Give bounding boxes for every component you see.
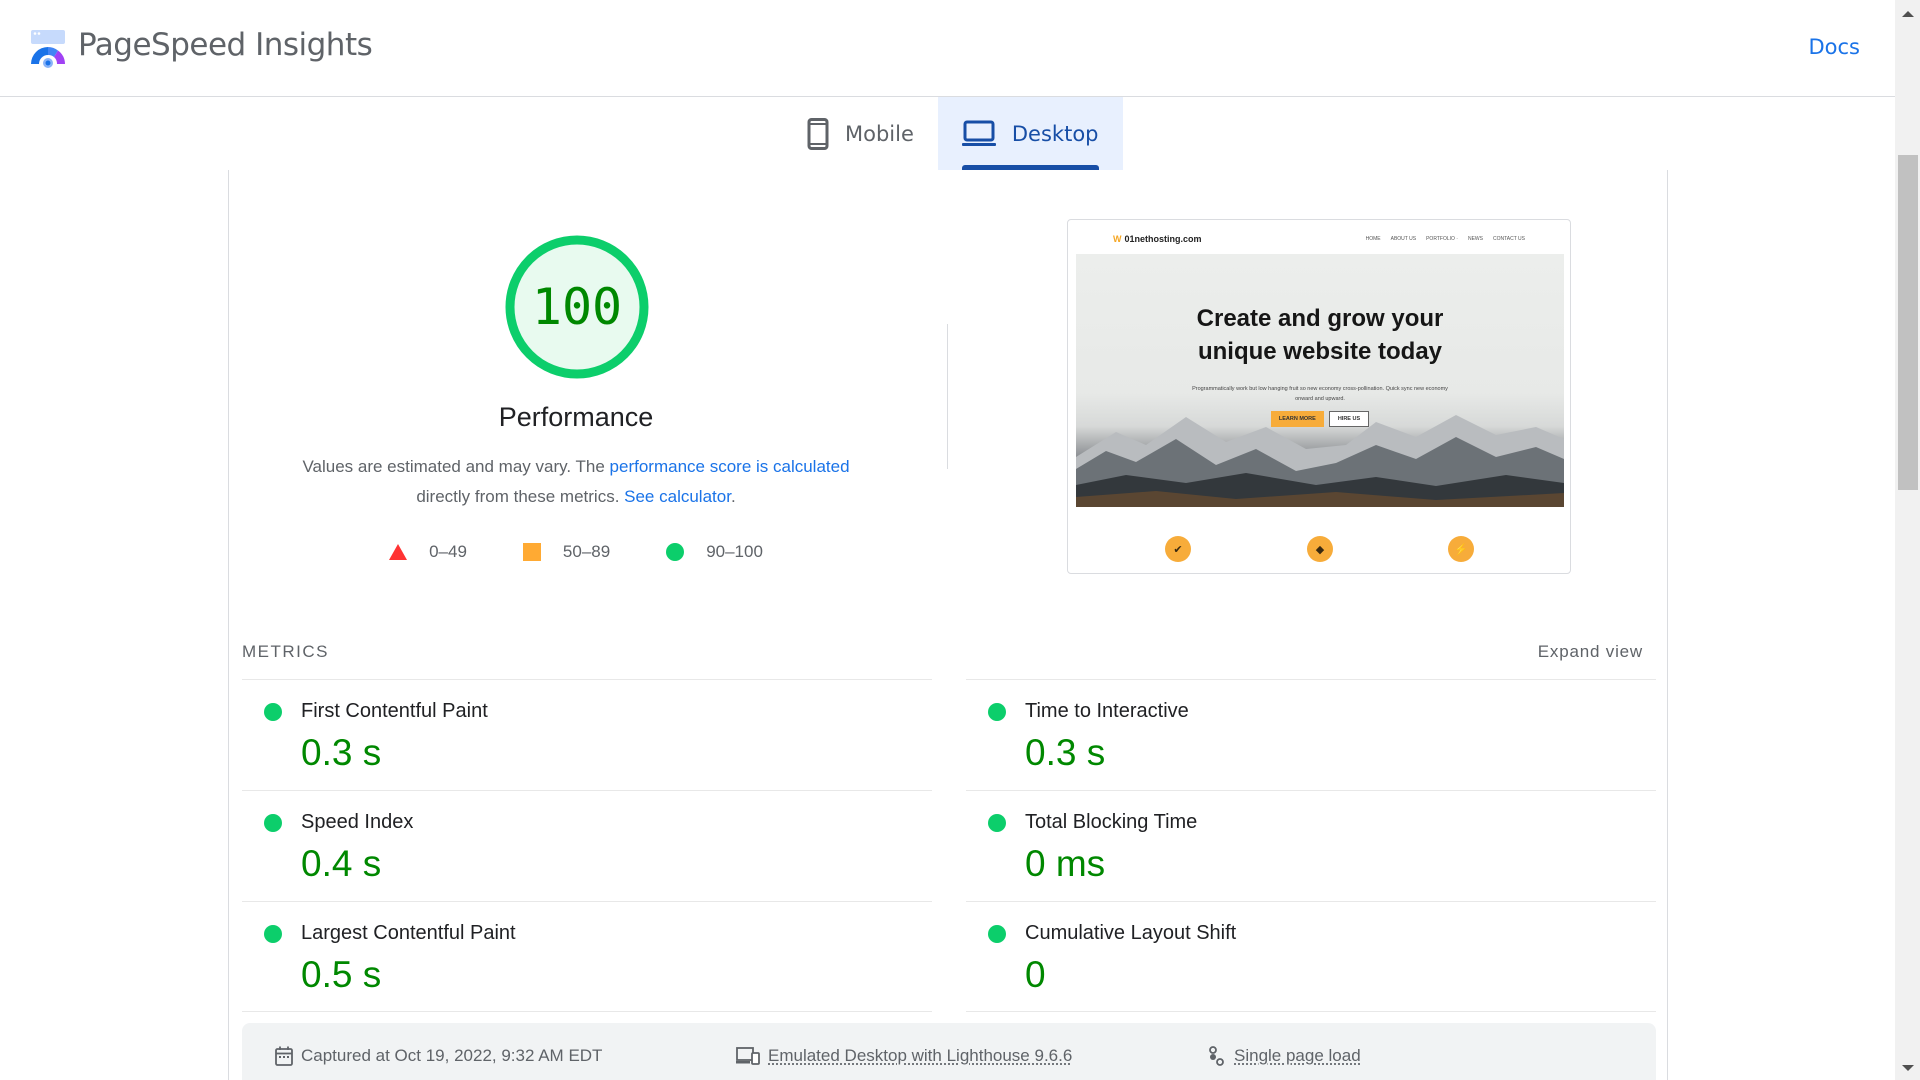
runtime-settings: Captured at Oct 19, 2022, 9:32 AM EDT Em… xyxy=(242,1023,1656,1080)
performance-description: Values are estimated and may vary. The p… xyxy=(269,452,883,512)
diamond-icon: ◆ xyxy=(1307,536,1333,562)
metric-value: 0.5 s xyxy=(301,954,381,996)
expand-view-button[interactable]: Expand view xyxy=(1538,642,1643,662)
metric-name: Time to Interactive xyxy=(1025,700,1189,723)
see-calculator-link[interactable]: See calculator xyxy=(624,487,731,506)
thumb-nav-link: HOME xyxy=(1366,236,1381,242)
docs-link[interactable]: Docs xyxy=(1808,35,1860,59)
thumb-subtext: Programmatically work but low hanging fr… xyxy=(1186,384,1454,404)
good-status-icon xyxy=(264,703,282,721)
thumb-nav-link: ABOUT US xyxy=(1391,236,1416,242)
thumb-headline: Create and grow your unique website toda… xyxy=(1076,302,1564,368)
metrics-right-column: Time to Interactive 0.3 s Total Blocking… xyxy=(966,679,1656,1012)
captured-at: Captured at Oct 19, 2022, 9:32 AM EDT xyxy=(275,1046,602,1066)
thumb-nav-link: PORTFOLIO · xyxy=(1426,236,1458,242)
captured-text: Captured at Oct 19, 2022, 9:32 AM EDT xyxy=(301,1046,602,1066)
legend-item-average: 50–89 xyxy=(523,542,610,562)
metric-name: First Contentful Paint xyxy=(301,700,488,723)
scroll-up-button[interactable] xyxy=(1895,4,1920,24)
metric-largest-contentful-paint: Largest Contentful Paint 0.5 s xyxy=(242,901,932,1012)
score-calculation-link[interactable]: performance score is calculated xyxy=(610,457,850,476)
load-type-text[interactable]: Single page load xyxy=(1234,1046,1361,1066)
good-status-icon xyxy=(264,925,282,943)
circle-icon xyxy=(666,543,684,561)
desc-text: Values are estimated and may vary. The xyxy=(302,457,609,476)
final-screenshot: W 01nethosting.com HOME ABOUT US PORTFOLI… xyxy=(1067,219,1571,574)
thumb-nav-links: HOME ABOUT US PORTFOLIO · NEWS CONTACT U… xyxy=(1366,236,1525,242)
metric-name: Cumulative Layout Shift xyxy=(1025,922,1236,945)
calendar-icon xyxy=(275,1046,293,1066)
site-logo-icon: W xyxy=(1113,234,1122,244)
check-icon: ✔ xyxy=(1165,536,1191,562)
metric-value: 0.3 s xyxy=(301,732,381,774)
thumb-headline-line: Create and grow your xyxy=(1076,302,1564,335)
legend-label: 90–100 xyxy=(706,542,763,562)
legend-item-poor: 0–49 xyxy=(389,542,467,562)
scrollbar-thumb[interactable] xyxy=(1898,155,1918,490)
desc-text: directly from these metrics. xyxy=(416,487,624,506)
page-scrollbar[interactable] xyxy=(1895,0,1920,1080)
metric-first-contentful-paint: First Contentful Paint 0.3 s xyxy=(242,679,932,790)
metric-value: 0.4 s xyxy=(301,843,381,885)
tab-desktop-label: Desktop xyxy=(1012,122,1099,146)
score-legend: 0–49 50–89 90–100 xyxy=(229,542,923,562)
thumb-site-nav: W 01nethosting.com HOME ABOUT US PORTFOLI… xyxy=(1068,220,1570,254)
metric-time-to-interactive: Time to Interactive 0.3 s xyxy=(966,679,1656,790)
thumb-learn-more-button: LEARN MORE xyxy=(1271,411,1324,427)
metric-cumulative-layout-shift: Cumulative Layout Shift 0 xyxy=(966,901,1656,1012)
good-status-icon xyxy=(988,703,1006,721)
device-tabs: Mobile Desktop xyxy=(783,97,1123,170)
arrow-down-icon xyxy=(1902,1065,1914,1071)
metric-speed-index: Speed Index 0.4 s xyxy=(242,790,932,901)
laptop-icon xyxy=(962,120,996,148)
tab-mobile[interactable]: Mobile xyxy=(783,97,938,170)
legend-item-good: 90–100 xyxy=(666,542,763,562)
tab-desktop[interactable]: Desktop xyxy=(938,97,1123,170)
lightning-icon: ⚡ xyxy=(1448,536,1474,562)
performance-score-gauge: 100 xyxy=(504,234,650,380)
pagespeed-logo-icon xyxy=(29,28,67,68)
smartphone-icon xyxy=(807,118,829,150)
thumb-headline-line: unique website today xyxy=(1076,335,1564,368)
report-card: 100 Performance Values are estimated and… xyxy=(228,170,1668,1080)
metric-value: 0 xyxy=(1025,954,1046,996)
metric-value: 0 ms xyxy=(1025,843,1105,885)
thumb-buttons: LEARN MORE HIRE US xyxy=(1076,411,1564,427)
thumb-hero: Create and grow your unique website toda… xyxy=(1076,254,1564,507)
metric-value: 0.3 s xyxy=(1025,732,1105,774)
good-status-icon xyxy=(988,925,1006,943)
legend-label: 50–89 xyxy=(563,542,610,562)
mountains-image xyxy=(1076,387,1564,507)
tab-mobile-label: Mobile xyxy=(845,122,914,146)
square-icon xyxy=(523,543,541,561)
legend-label: 0–49 xyxy=(429,542,467,562)
performance-title: Performance xyxy=(229,402,923,433)
metrics-left-column: First Contentful Paint 0.3 s Speed Index… xyxy=(242,679,932,1012)
metric-name: Largest Contentful Paint xyxy=(301,922,516,945)
metric-name: Total Blocking Time xyxy=(1025,811,1197,834)
thumb-site-name: 01nethosting.com xyxy=(1125,234,1202,244)
good-status-icon xyxy=(264,814,282,832)
emulated-device: Emulated Desktop with Lighthouse 9.6.6 xyxy=(736,1046,1072,1066)
performance-score: 100 xyxy=(504,234,650,380)
thumb-hire-us-button: HIRE US xyxy=(1329,411,1369,427)
metric-name: Speed Index xyxy=(301,811,413,834)
load-type: Single page load xyxy=(1208,1046,1361,1066)
thumb-site-logo: W 01nethosting.com xyxy=(1113,234,1202,244)
divider xyxy=(947,324,948,469)
metrics-heading: METRICS xyxy=(242,642,329,662)
arrow-up-icon xyxy=(1902,11,1914,17)
thumb-nav-link: CONTACT US xyxy=(1493,236,1525,242)
top-header: PageSpeed Insights Docs xyxy=(0,0,1895,97)
triangle-icon xyxy=(389,544,407,560)
desc-text: . xyxy=(731,487,736,506)
devices-icon xyxy=(736,1047,760,1065)
app-title: PageSpeed Insights xyxy=(78,27,372,63)
emulated-text[interactable]: Emulated Desktop with Lighthouse 9.6.6 xyxy=(768,1046,1072,1066)
metric-total-blocking-time: Total Blocking Time 0 ms xyxy=(966,790,1656,901)
thumb-nav-link: NEWS xyxy=(1468,236,1483,242)
scroll-down-button[interactable] xyxy=(1895,1058,1920,1078)
good-status-icon xyxy=(988,814,1006,832)
single-load-icon xyxy=(1208,1046,1226,1066)
